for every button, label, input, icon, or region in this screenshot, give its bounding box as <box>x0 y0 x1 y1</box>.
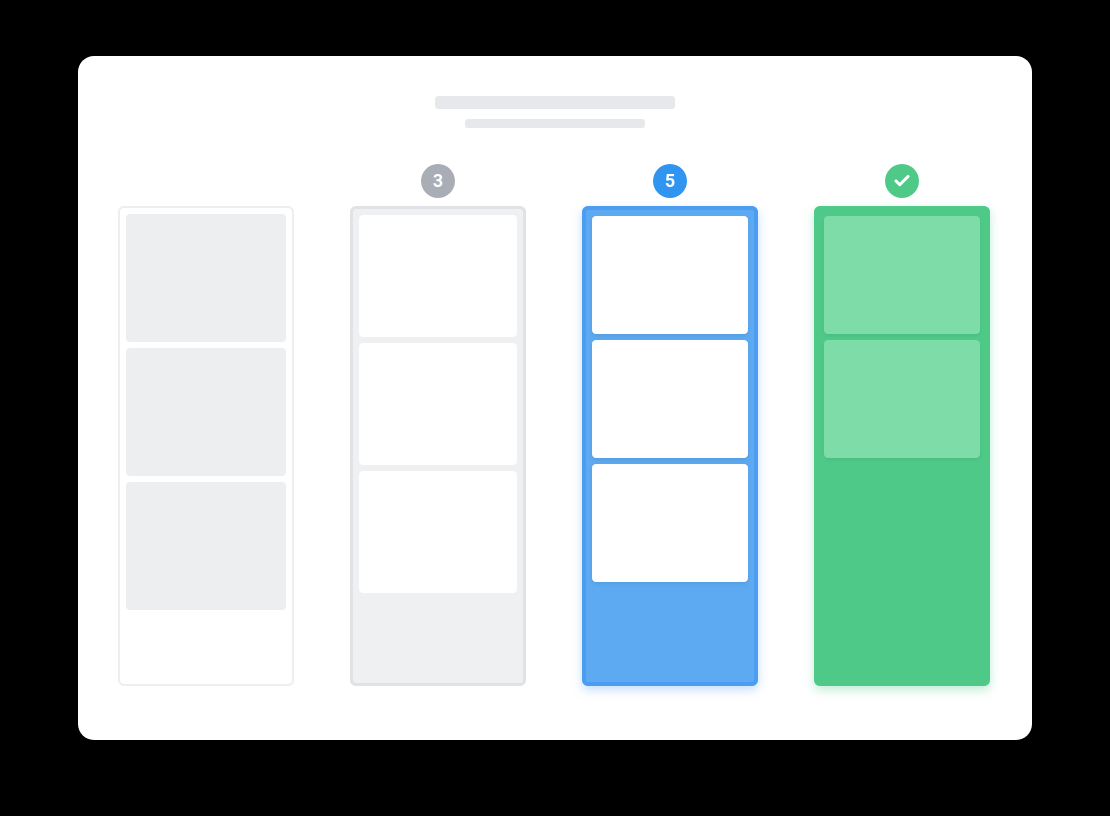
subtitle-placeholder <box>465 119 645 128</box>
column-4[interactable] <box>814 156 990 686</box>
card-placeholder <box>824 216 980 334</box>
column-2-body <box>350 206 526 686</box>
card-placeholder <box>592 216 748 334</box>
title-placeholder <box>435 96 675 109</box>
header-placeholder <box>114 96 996 128</box>
check-badge <box>885 164 919 198</box>
card-placeholder <box>126 214 286 342</box>
card-placeholder <box>592 464 748 582</box>
check-icon <box>893 172 911 190</box>
column-1-body <box>118 206 294 686</box>
badge-label: 5 <box>665 171 675 192</box>
card-placeholder <box>824 340 980 458</box>
card-placeholder <box>359 215 517 337</box>
column-2[interactable]: 3 <box>350 156 526 686</box>
card-placeholder <box>126 348 286 476</box>
column-3[interactable]: 5 <box>582 156 758 686</box>
main-panel: 3 5 <box>78 56 1032 740</box>
card-placeholder <box>126 482 286 610</box>
count-badge: 3 <box>421 164 455 198</box>
column-3-body <box>582 206 758 686</box>
column-1[interactable] <box>118 156 294 686</box>
count-badge: 5 <box>653 164 687 198</box>
card-placeholder <box>592 340 748 458</box>
column-4-body <box>814 206 990 686</box>
card-placeholder <box>359 471 517 593</box>
columns-row: 3 5 <box>114 156 996 686</box>
badge-label: 3 <box>433 171 443 192</box>
card-placeholder <box>359 343 517 465</box>
